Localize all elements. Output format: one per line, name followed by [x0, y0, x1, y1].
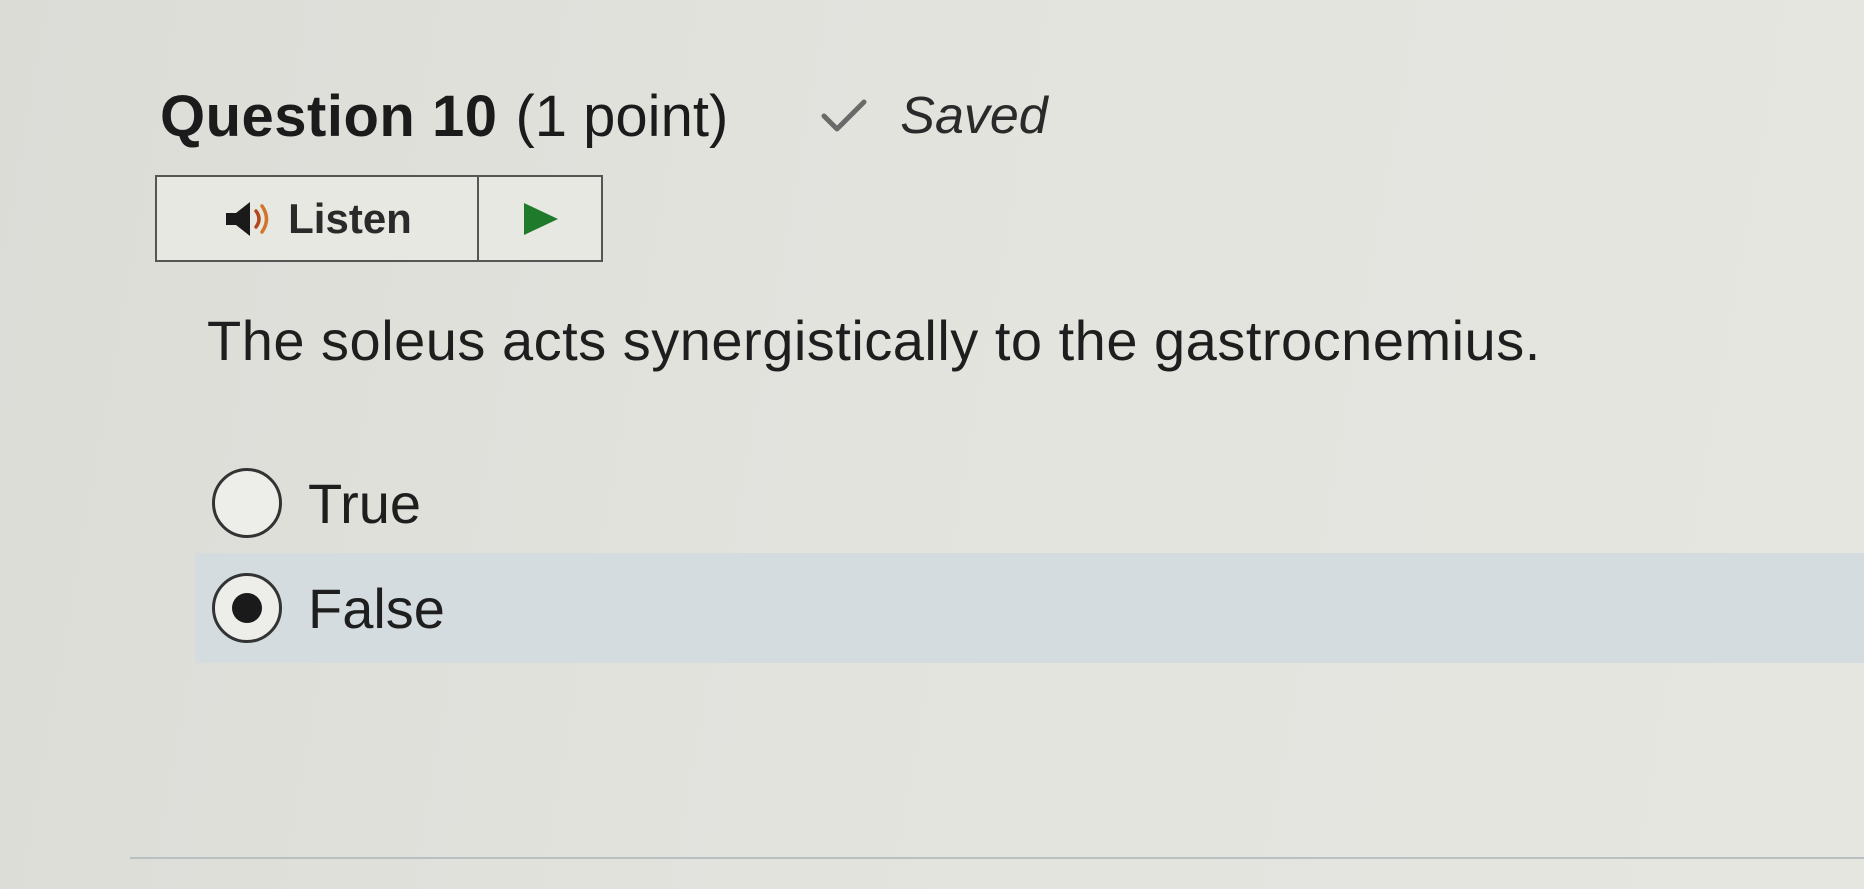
question-title: Question 10	[160, 83, 498, 149]
listen-label: Listen	[288, 194, 412, 242]
radio-true[interactable]	[212, 468, 282, 538]
speaker-icon	[226, 201, 269, 236]
saved-status: Saved	[818, 86, 1048, 146]
radio-selected-dot	[232, 593, 262, 623]
play-button[interactable]	[479, 177, 601, 260]
divider	[130, 857, 1864, 859]
question-header: Question 10 (1 point) Saved	[160, 76, 1048, 156]
listen-widget: Listen	[155, 175, 603, 262]
play-icon	[524, 202, 558, 235]
saved-label: Saved	[900, 87, 1048, 145]
question-points: (1 point)	[515, 83, 729, 149]
listen-button[interactable]: Listen	[157, 177, 479, 260]
checkmark-icon	[821, 99, 867, 132]
option-false[interactable]: False	[195, 553, 1864, 663]
option-label-false: False	[308, 576, 445, 640]
option-label-true: True	[308, 471, 422, 535]
quiz-page: Question 10 (1 point) Saved Listen The s…	[0, 0, 1864, 889]
question-text: The soleus acts synergistically to the g…	[207, 309, 1541, 372]
option-true[interactable]: True	[195, 448, 1864, 558]
radio-false[interactable]	[212, 573, 282, 643]
